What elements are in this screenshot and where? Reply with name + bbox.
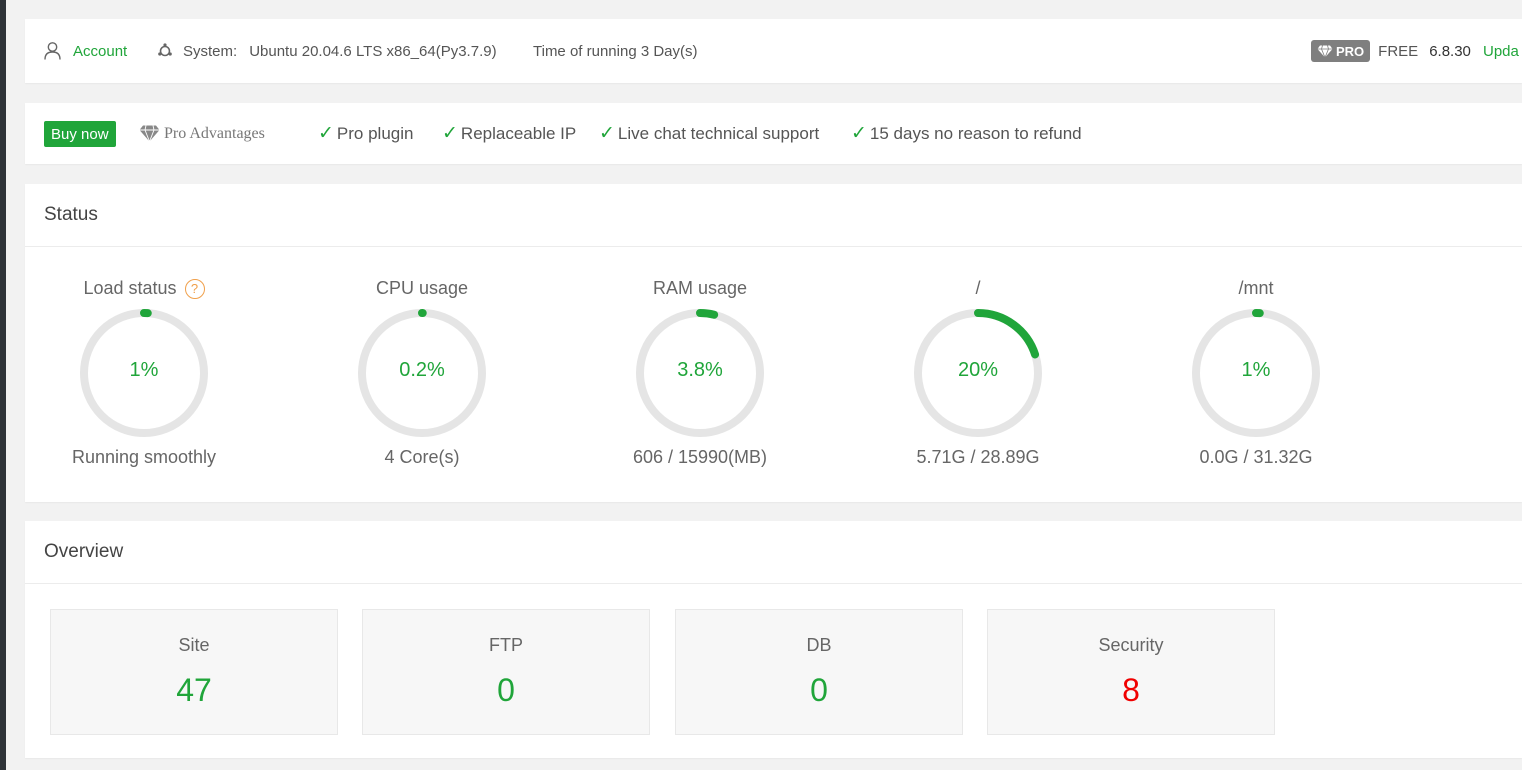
gauge-value: 3.8% bbox=[677, 359, 723, 381]
feature-label: 15 days no reason to refund bbox=[869, 123, 1082, 143]
pro-promo-bar: Buy now Pro Advantages ✓ Pro plugin ✓ Re… bbox=[25, 103, 1522, 164]
gauge-title: RAM usage bbox=[652, 278, 748, 298]
gauge-disk-root[interactable]: / 20% 5.71G / 28.89G bbox=[893, 268, 1063, 468]
question-icon[interactable]: ? bbox=[184, 279, 205, 299]
gauge-subtext: 4 Core(s) bbox=[384, 447, 460, 467]
feature-item: ✓ 15 days no reason to refund bbox=[851, 103, 1082, 164]
gauge-arc bbox=[696, 309, 719, 319]
feature-item: ✓ Pro plugin bbox=[318, 103, 413, 164]
gauge-title-text: Load status bbox=[83, 278, 177, 298]
gauge-value: 1% bbox=[1241, 359, 1271, 381]
version-label: 6.8.30 bbox=[1429, 42, 1471, 60]
overview-count[interactable]: 0 bbox=[676, 672, 962, 709]
overview-panel: Overview Site 47 FTP 0 DB 0 Security 8 bbox=[25, 521, 1522, 758]
pro-advantages[interactable]: Pro Advantages bbox=[139, 103, 265, 164]
overview-label: FTP bbox=[489, 635, 523, 655]
check-icon: ✓ bbox=[442, 123, 458, 144]
gauge-value: 0.2% bbox=[399, 359, 445, 381]
diamond-icon bbox=[1317, 44, 1333, 58]
update-link[interactable]: Upda bbox=[1483, 19, 1519, 83]
section-title: Status bbox=[44, 204, 98, 225]
overview-header: Overview bbox=[25, 521, 1522, 584]
gauge-disk-mnt[interactable]: /mnt 1% 0.0G / 31.32G bbox=[1171, 268, 1341, 468]
window-edge bbox=[0, 0, 6, 770]
overview-db[interactable]: DB 0 bbox=[675, 609, 963, 735]
check-icon: ✓ bbox=[599, 123, 615, 144]
overview-ftp[interactable]: FTP 0 bbox=[362, 609, 650, 735]
gauge-subtext: 0.0G / 31.32G bbox=[1199, 447, 1313, 467]
overview-count[interactable]: 0 bbox=[363, 672, 649, 709]
overview-label: Site bbox=[178, 635, 210, 655]
overview-label: DB bbox=[806, 635, 832, 655]
gauge-title: /mnt bbox=[1238, 278, 1274, 298]
gauge-ram[interactable]: RAM usage 3.8% 606 / 15990(MB) bbox=[615, 268, 785, 468]
pro-badge-label: PRO bbox=[1336, 43, 1365, 59]
gauge-title: / bbox=[975, 278, 981, 298]
account-label: Account bbox=[73, 42, 128, 60]
overview-site[interactable]: Site 47 bbox=[50, 609, 338, 735]
gauge-subtext: 5.71G / 28.89G bbox=[916, 447, 1040, 467]
gauge-value: 20% bbox=[957, 359, 999, 381]
gauge-arc bbox=[974, 309, 1040, 359]
system-info: System: Ubuntu 20.04.6 LTS x86_64(Py3.7.… bbox=[157, 19, 497, 83]
pro-advantages-label: Pro Advantages bbox=[164, 124, 265, 142]
feature-item: ✓ Replaceable IP bbox=[442, 103, 576, 164]
feature-label: Pro plugin bbox=[336, 123, 414, 143]
system-value: Ubuntu 20.04.6 LTS x86_64(Py3.7.9) bbox=[249, 42, 497, 60]
check-icon: ✓ bbox=[318, 123, 334, 144]
status-panel: Status Load status? 1% Running smoothly … bbox=[25, 184, 1522, 502]
uptime-text: Time of running 3 Day(s) bbox=[533, 42, 698, 60]
gauge-title: Load status? bbox=[59, 278, 229, 299]
gauge-value: 1% bbox=[129, 359, 159, 381]
overview-label: Security bbox=[1098, 635, 1164, 655]
edition-label: FREE bbox=[1378, 42, 1419, 60]
overview-security[interactable]: Security 8 bbox=[987, 609, 1275, 735]
gauge-subtext: 606 / 15990(MB) bbox=[632, 447, 768, 467]
gauge-load[interactable]: Load status? 1% Running smoothly bbox=[59, 268, 229, 468]
user-icon bbox=[44, 42, 61, 60]
status-header: Status bbox=[25, 184, 1522, 247]
buy-now-button[interactable]: Buy now bbox=[44, 121, 116, 147]
overview-count[interactable]: 47 bbox=[51, 672, 337, 709]
gauge-subtext: Running smoothly bbox=[71, 447, 217, 467]
overview-count[interactable]: 8 bbox=[988, 672, 1274, 709]
check-icon: ✓ bbox=[851, 123, 867, 144]
pro-badge[interactable]: PRO bbox=[1311, 40, 1371, 62]
feature-item: ✓ Live chat technical support bbox=[599, 103, 819, 164]
feature-label: Replaceable IP bbox=[460, 123, 577, 143]
top-info-bar: Account System: Ubuntu 20.04.6 LTS x86_6… bbox=[25, 19, 1522, 83]
ubuntu-icon bbox=[158, 43, 172, 57]
system-label: System: bbox=[183, 42, 238, 60]
diamond-icon bbox=[139, 125, 160, 142]
account-link[interactable]: Account bbox=[44, 19, 127, 83]
section-title: Overview bbox=[44, 541, 124, 562]
gauge-title: CPU usage bbox=[375, 278, 469, 298]
feature-label: Live chat technical support bbox=[617, 123, 820, 143]
gauge-cpu[interactable]: CPU usage 0.2% 4 Core(s) bbox=[337, 268, 507, 468]
pro-edition[interactable]: PRO FREE 6.8.30 bbox=[1311, 19, 1471, 83]
